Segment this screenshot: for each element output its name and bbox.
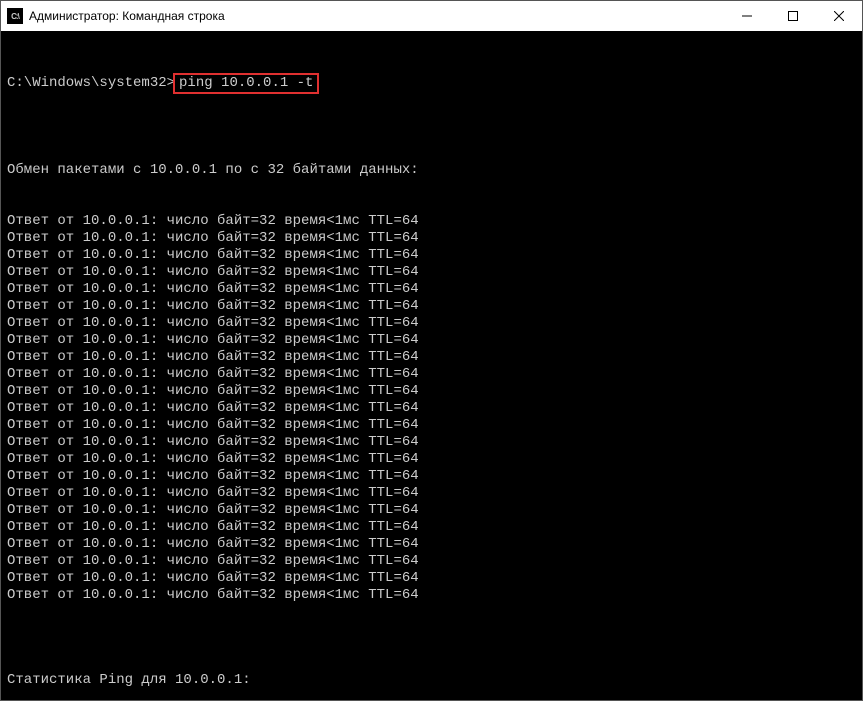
ping-reply-line: Ответ от 10.0.0.1: число байт=32 время<1… <box>7 230 856 247</box>
ping-reply-line: Ответ от 10.0.0.1: число байт=32 время<1… <box>7 332 856 349</box>
ping-reply-line: Ответ от 10.0.0.1: число байт=32 время<1… <box>7 451 856 468</box>
ping-reply-line: Ответ от 10.0.0.1: число байт=32 время<1… <box>7 485 856 502</box>
ping-reply-line: Ответ от 10.0.0.1: число байт=32 время<1… <box>7 298 856 315</box>
terminal-output[interactable]: C:\Windows\system32>ping 10.0.0.1 -t Обм… <box>1 31 862 700</box>
ping-reply-line: Ответ от 10.0.0.1: число байт=32 время<1… <box>7 502 856 519</box>
ping-reply-line: Ответ от 10.0.0.1: число байт=32 время<1… <box>7 349 856 366</box>
command-highlight: ping 10.0.0.1 -t <box>173 73 319 94</box>
window-title: Администратор: Командная строка <box>29 9 724 23</box>
window-controls <box>724 1 862 31</box>
stats-header: Статистика Ping для 10.0.0.1: <box>7 672 856 689</box>
ping-reply-line: Ответ от 10.0.0.1: число байт=32 время<1… <box>7 213 856 230</box>
ping-reply-line: Ответ от 10.0.0.1: число байт=32 время<1… <box>7 434 856 451</box>
ping-reply-line: Ответ от 10.0.0.1: число байт=32 время<1… <box>7 417 856 434</box>
ping-reply-line: Ответ от 10.0.0.1: число байт=32 время<1… <box>7 247 856 264</box>
ping-reply-line: Ответ от 10.0.0.1: число байт=32 время<1… <box>7 553 856 570</box>
titlebar[interactable]: C:\ Администратор: Командная строка <box>1 1 862 31</box>
maximize-button[interactable] <box>770 1 816 31</box>
cmd-window: C:\ Администратор: Командная строка C:\W… <box>0 0 863 701</box>
ping-reply-line: Ответ от 10.0.0.1: число байт=32 время<1… <box>7 400 856 417</box>
minimize-button[interactable] <box>724 1 770 31</box>
ping-reply-line: Ответ от 10.0.0.1: число байт=32 время<1… <box>7 468 856 485</box>
ping-reply-line: Ответ от 10.0.0.1: число байт=32 время<1… <box>7 570 856 587</box>
ping-reply-line: Ответ от 10.0.0.1: число байт=32 время<1… <box>7 587 856 604</box>
ping-reply-line: Ответ от 10.0.0.1: число байт=32 время<1… <box>7 264 856 281</box>
ping-reply-line: Ответ от 10.0.0.1: число байт=32 время<1… <box>7 281 856 298</box>
ping-reply-line: Ответ от 10.0.0.1: число байт=32 время<1… <box>7 315 856 332</box>
prompt-line-1: C:\Windows\system32>ping 10.0.0.1 -t <box>7 73 856 94</box>
ping-reply-line: Ответ от 10.0.0.1: число байт=32 время<1… <box>7 536 856 553</box>
close-button[interactable] <box>816 1 862 31</box>
cmd-icon: C:\ <box>7 8 23 24</box>
ping-reply-line: Ответ от 10.0.0.1: число байт=32 время<1… <box>7 383 856 400</box>
exchange-header: Обмен пакетами с 10.0.0.1 по с 32 байтам… <box>7 162 856 179</box>
ping-reply-line: Ответ от 10.0.0.1: число байт=32 время<1… <box>7 366 856 383</box>
ping-reply-line: Ответ от 10.0.0.1: число байт=32 время<1… <box>7 519 856 536</box>
prompt-path: C:\Windows\system32> <box>7 75 175 91</box>
